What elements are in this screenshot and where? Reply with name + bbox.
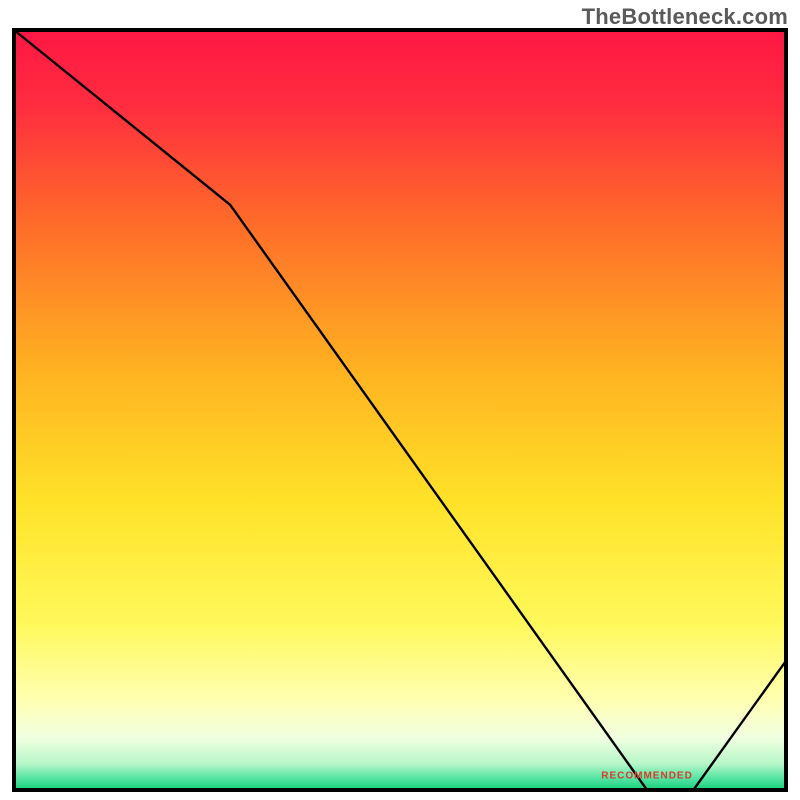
bottleneck-chart: RECOMMENDED: [0, 0, 800, 800]
plot-background: [14, 30, 786, 790]
watermark-text: TheBottleneck.com: [582, 4, 788, 30]
chart-container: TheBottleneck.com RECOMMENDED: [0, 0, 800, 800]
bottom-recommended-label: RECOMMENDED: [601, 771, 693, 782]
